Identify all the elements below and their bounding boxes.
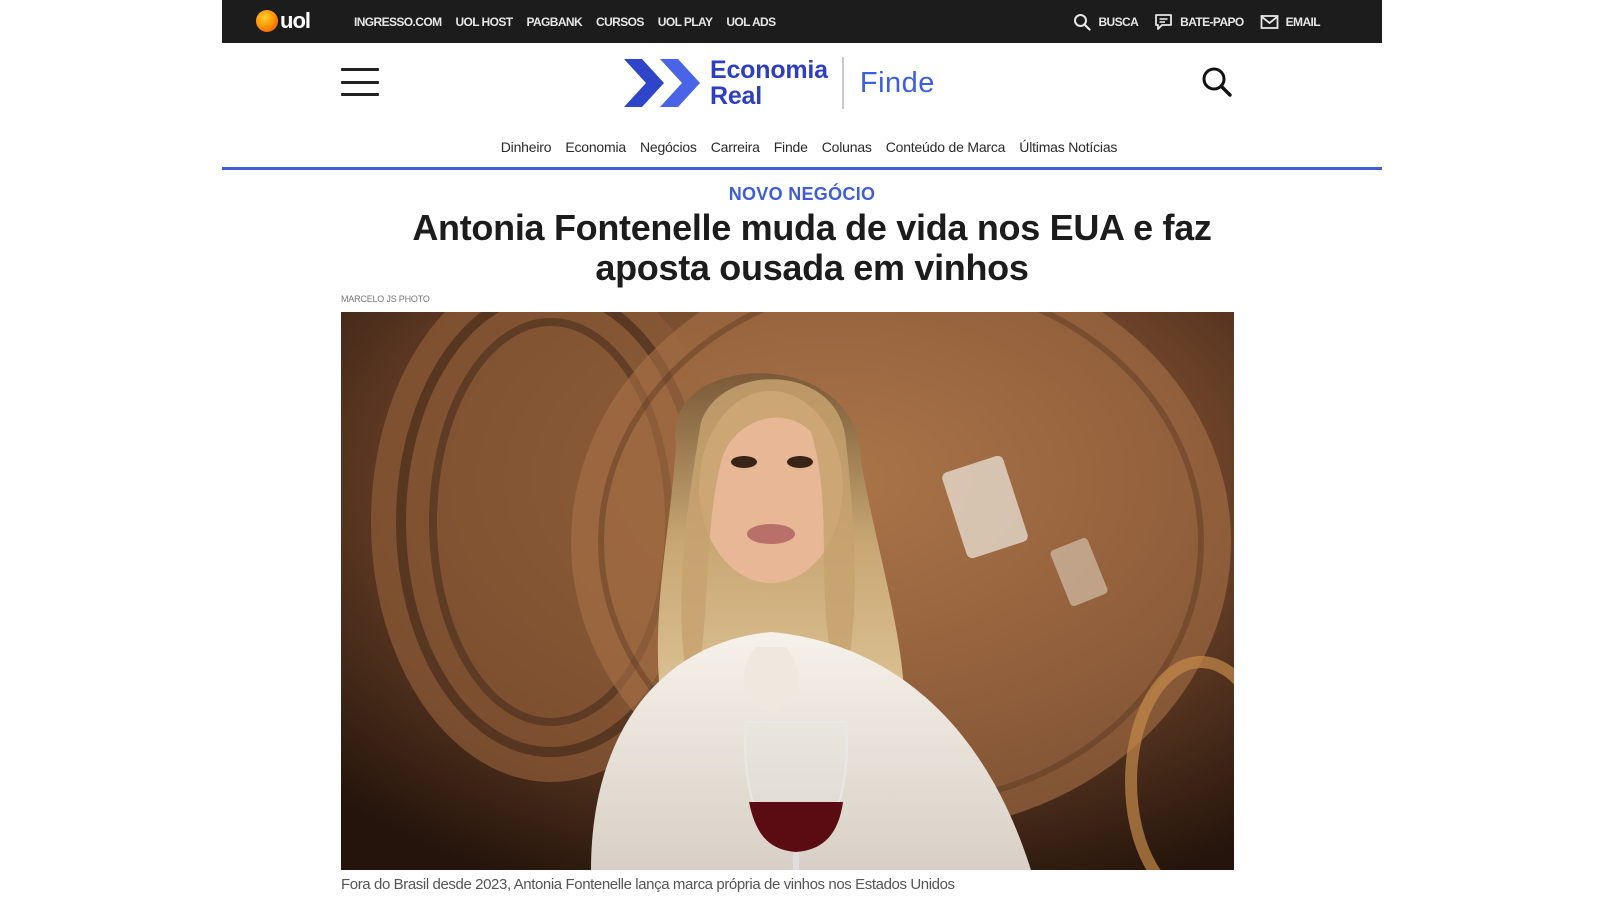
- top-link-ingresso[interactable]: INGRESSO.COM: [354, 15, 442, 29]
- brand-name: Economia Real: [710, 57, 828, 109]
- top-link-uol-host[interactable]: UOL HOST: [455, 15, 513, 29]
- nav-economia[interactable]: Economia: [565, 139, 626, 155]
- article-kicker[interactable]: NOVO NEGÓCIO: [222, 184, 1382, 205]
- nav-negocios[interactable]: Negócios: [640, 139, 697, 155]
- search-icon: [1074, 13, 1092, 31]
- top-link-uol-ads[interactable]: UOL ADS: [726, 15, 776, 29]
- brand-header: Economia Real Finde: [222, 43, 1382, 127]
- uol-logo-text: uol: [280, 8, 311, 33]
- nav-colunas[interactable]: Colunas: [822, 139, 872, 155]
- article-hero-photo: [341, 312, 1234, 870]
- menu-icon[interactable]: [341, 68, 379, 96]
- menu-bar: [341, 68, 379, 71]
- nav-dinheiro[interactable]: Dinheiro: [501, 139, 552, 155]
- top-link-cursos[interactable]: CURSOS: [596, 15, 644, 29]
- uol-top-bar: uol INGRESSO.COM UOL HOST PAGBANK CURSOS…: [222, 0, 1382, 43]
- photo-credit: MARCELO JS PHOTO: [341, 294, 430, 304]
- email-label: EMAIL: [1285, 14, 1321, 29]
- section-nav: Dinheiro Economia Negócios Carreira Find…: [222, 127, 1382, 167]
- brand-name-line2: Real: [710, 82, 763, 110]
- uol-top-nav: INGRESSO.COM UOL HOST PAGBANK CURSOS UOL…: [354, 0, 776, 43]
- uol-logo[interactable]: uol: [256, 8, 311, 33]
- uol-logo-icon: [256, 10, 278, 32]
- menu-bar: [341, 80, 379, 84]
- hero-photo-illustration: [341, 312, 1234, 870]
- brand-section-label[interactable]: Finde: [860, 67, 935, 100]
- nav-carreira[interactable]: Carreira: [711, 139, 760, 155]
- nav-finde[interactable]: Finde: [774, 139, 808, 155]
- chat-icon: [1155, 13, 1173, 30]
- bate-papo-button[interactable]: BATE-PAPO: [1154, 13, 1244, 31]
- brand-divider: [841, 57, 844, 109]
- top-link-pagbank[interactable]: PAGBANK: [526, 15, 582, 29]
- busca-label: BUSCA: [1098, 14, 1139, 29]
- top-link-uol-play[interactable]: UOL PLAY: [658, 15, 713, 29]
- search-icon[interactable]: [1200, 65, 1234, 104]
- mail-icon: [1260, 14, 1279, 29]
- uol-top-actions: BUSCA BATE-PAPO EMAIL: [1073, 0, 1321, 43]
- header-divider: [222, 167, 1382, 170]
- economia-real-logo[interactable]: Economia Real Finde: [622, 55, 935, 111]
- nav-conteudo-de-marca[interactable]: Conteúdo de Marca: [886, 139, 1006, 155]
- brand-name-line1: Economia: [710, 56, 828, 84]
- photo-caption: Fora do Brasil desde 2023, Antonia Fonte…: [341, 876, 955, 893]
- busca-button[interactable]: BUSCA: [1073, 13, 1139, 31]
- email-button[interactable]: EMAIL: [1260, 14, 1321, 30]
- bate-papo-label: BATE-PAPO: [1180, 14, 1244, 29]
- article-headline: Antonia Fontenelle muda de vida nos EUA …: [412, 207, 1212, 288]
- page-frame: uol INGRESSO.COM UOL HOST PAGBANK CURSOS…: [222, 0, 1382, 900]
- menu-bar: [341, 93, 379, 96]
- nav-ultimas-noticias[interactable]: Últimas Notícias: [1019, 139, 1117, 155]
- double-chevron-logo-icon: [624, 59, 700, 107]
